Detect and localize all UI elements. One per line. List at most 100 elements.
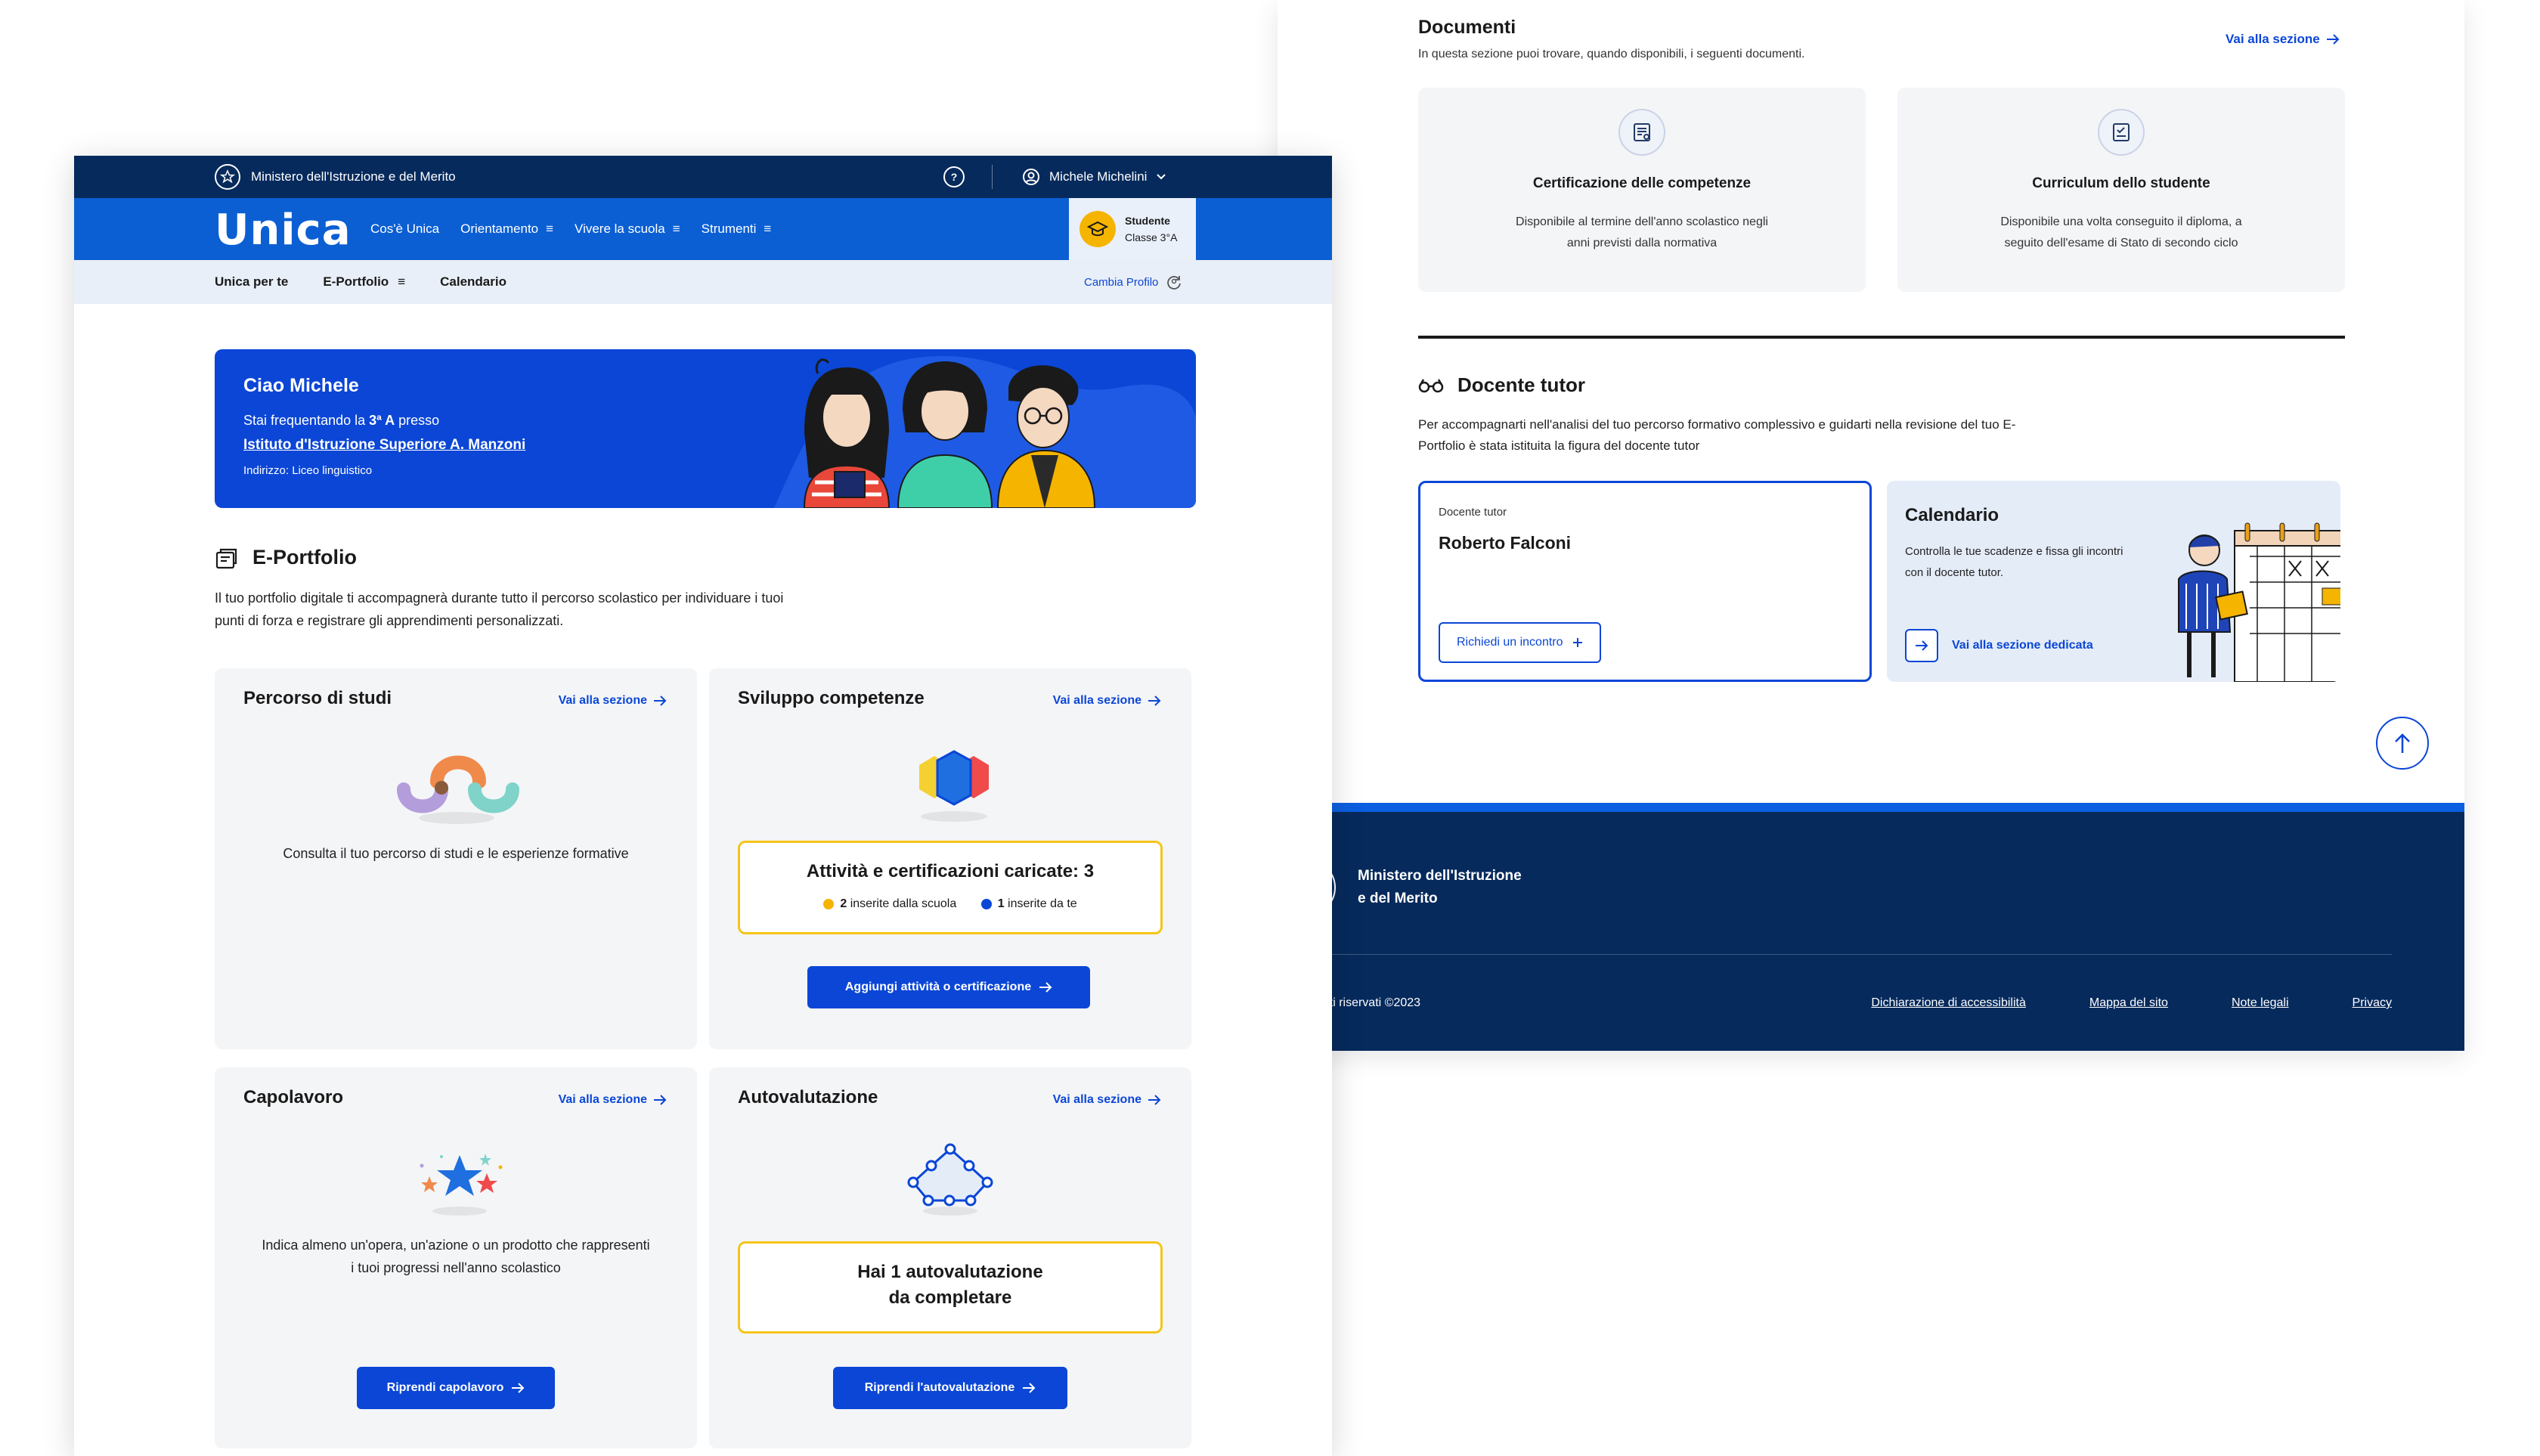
footer-link-legal[interactable]: Note legali <box>2232 996 2289 1010</box>
school-link[interactable]: Istituto d'Istruzione Superiore A. Manzo… <box>243 437 525 454</box>
calendar-title: Calendario <box>1905 505 1999 525</box>
arrow-right-icon <box>654 695 667 706</box>
profile-class: Classe 3°A <box>1125 231 1178 243</box>
calendar-desc: Controlla le tue scadenze e fissa gli in… <box>1905 545 2123 579</box>
arrow-right-icon <box>1039 982 1052 993</box>
documents-title: Documenti <box>1418 17 1516 38</box>
welcome-banner: Ciao Michele Stai frequentando la 3ª A p… <box>215 349 1196 508</box>
tutor-card-label: Docente tutor <box>1439 506 1507 519</box>
card-title: Sviluppo competenze <box>738 688 925 708</box>
graduation-cap-icon <box>1080 211 1116 247</box>
help-icon[interactable]: ? <box>943 166 965 187</box>
document-card-desc: Disponibile una volta conseguito il dipl… <box>2000 215 2242 249</box>
calendar-link-label: Vai alla sezione dedicata <box>1952 639 2093 652</box>
main-nav: Unica Cos'è Unica Orientamento ≡ Vivere l… <box>74 198 1332 260</box>
ministry-top-bar: Ministero dell'Istruzione e del Merito ?… <box>74 156 1332 198</box>
subnav-item-label: E-Portfolio <box>323 274 389 289</box>
menu-icon: ≡ <box>672 221 680 236</box>
arrow-right-icon <box>1148 1095 1161 1105</box>
document-card-certification[interactable]: Certificazione delle competenze Disponib… <box>1418 88 1866 292</box>
chevron-down-icon <box>1157 174 1166 180</box>
pending-line2: da completare <box>888 1287 1012 1308</box>
nav-item-label: Cos'è Unica <box>370 221 440 236</box>
school-uploads: 2 inserite dalla scuola <box>823 897 956 910</box>
section-divider <box>1418 336 2345 339</box>
profile-role: Studente <box>1125 215 1170 227</box>
tutor-name: Roberto Falconi <box>1439 533 1572 553</box>
unica-logo[interactable]: Unica <box>215 206 352 255</box>
greeting: Ciao Michele <box>243 375 359 396</box>
menu-icon: ≡ <box>398 274 406 289</box>
capolavoro-section-link[interactable]: Vai alla sezione <box>559 1093 667 1107</box>
uploads-breakdown: 2 inserite dalla scuola 1 inserite da te <box>740 897 1160 911</box>
nav-item-orientamento[interactable]: Orientamento ≡ <box>460 221 553 237</box>
change-profile-link[interactable]: Cambia Profilo <box>1084 260 1182 304</box>
uploads-summary-box: Attività e certificazioni caricate: 3 2 … <box>738 841 1163 934</box>
back-to-top-button[interactable] <box>2376 717 2429 770</box>
card-sviluppo-competenze: Sviluppo competenze Vai alla sezione Att… <box>709 668 1191 1049</box>
track-info: Indirizzo: Liceo linguistico <box>243 464 373 477</box>
profile-tile[interactable]: Studente Classe 3°A <box>1069 198 1196 260</box>
yellow-dot-icon <box>823 898 835 909</box>
documents-section-link[interactable]: Vai alla sezione <box>2226 32 2340 47</box>
subnav-item-unica-per-te[interactable]: Unica per te <box>215 274 288 290</box>
calendar-section-link[interactable]: Vai alla sezione dedicata <box>1905 629 2093 662</box>
refresh-user-icon <box>1167 276 1182 290</box>
topbar-separator <box>992 165 993 189</box>
link-label: Vai alla sezione <box>1052 1093 1141 1106</box>
ministry-link[interactable]: Ministero dell'Istruzione e del Merito <box>215 156 456 198</box>
pending-self-evaluation-box: Hai 1 autovalutazione da completare <box>738 1241 1163 1334</box>
percorso-section-link[interactable]: Vai alla sezione <box>559 694 667 708</box>
sub-nav-items: Unica per te E-Portfolio ≡ Calendario <box>215 260 506 304</box>
nav-item-label: Vivere la scuola <box>575 221 665 236</box>
calendar-illustration <box>2178 522 2340 682</box>
hexagons-illustration <box>919 750 989 822</box>
change-profile-label: Cambia Profilo <box>1084 275 1159 289</box>
autovalutazione-section-link[interactable]: Vai alla sezione <box>1053 1093 1161 1107</box>
arrow-right-icon <box>1023 1383 1036 1393</box>
card-title: Capolavoro <box>243 1087 344 1107</box>
user-menu[interactable]: Michele Michelini <box>1022 156 1166 198</box>
path-illustration <box>397 755 519 824</box>
republic-emblem-icon <box>215 164 240 190</box>
arrow-right-icon <box>1905 629 1938 662</box>
document-card-title: Certificazione delle competenze <box>1532 175 1752 191</box>
arrow-right-icon <box>512 1383 525 1393</box>
documents-subtitle: In questa sezione puoi trovare, quando d… <box>1418 48 1805 60</box>
plus-icon <box>1572 638 1582 647</box>
uploads-summary-title: Attività e certificazioni caricate: 3 <box>806 861 1095 881</box>
card-capolavoro: Capolavoro Vai alla sezione Indica almen… <box>215 1067 697 1448</box>
nav-item-strumenti[interactable]: Strumenti ≡ <box>702 221 772 237</box>
right-page: Documenti In questa sezione puoi trovare… <box>1278 0 2464 1051</box>
card-description: Consulta il tuo percorso di studi e le e… <box>283 846 629 861</box>
footer-separator <box>1278 954 2392 955</box>
card-description: Indica almeno un'opera, un'azione o un p… <box>262 1238 650 1275</box>
add-activity-label: Aggiungi attività o certificazione <box>844 980 1032 993</box>
nav-item-cos-e-unica[interactable]: Cos'è Unica <box>370 221 439 237</box>
add-activity-button[interactable]: Aggiungi attività o certificazione <box>807 966 1090 1008</box>
sviluppo-section-link[interactable]: Vai alla sezione <box>1053 694 1161 708</box>
link-label: Vai alla sezione <box>1052 694 1141 707</box>
resume-capolavoro-button[interactable]: Riprendi capolavoro <box>357 1367 555 1409</box>
tutor-description: Per accompagnarti nell'analisi del tuo p… <box>1418 417 2016 453</box>
request-meeting-label: Richiedi un incontro <box>1457 636 1563 649</box>
footer-link-accessibility[interactable]: Dichiarazione di accessibilità <box>1871 996 2026 1010</box>
nav-item-label: Orientamento <box>460 221 539 236</box>
network-illustration <box>907 1143 993 1216</box>
user-name: Michele Michelini <box>1049 169 1148 184</box>
link-label: Vai alla sezione <box>558 694 647 707</box>
footer-link-privacy[interactable]: Privacy <box>2353 996 2392 1010</box>
resume-self-evaluation-button[interactable]: Riprendi l'autovalutazione <box>833 1367 1067 1409</box>
menu-icon: ≡ <box>546 221 554 236</box>
stars-illustration <box>420 1154 503 1216</box>
link-label: Vai alla sezione <box>558 1093 647 1106</box>
request-meeting-button[interactable]: Richiedi un incontro <box>1439 622 1601 663</box>
nav-item-vivere-la-scuola[interactable]: Vivere la scuola ≡ <box>575 221 680 237</box>
footer-link-sitemap[interactable]: Mappa del sito <box>2089 996 2168 1010</box>
document-card-curriculum[interactable]: Curriculum dello studente Disponibile un… <box>1897 88 2345 292</box>
pending-line1: Hai 1 autovalutazione <box>857 1262 1043 1282</box>
subnav-item-e-portfolio[interactable]: E-Portfolio ≡ <box>323 274 405 290</box>
subnav-item-calendario[interactable]: Calendario <box>440 274 506 290</box>
curriculum-icon <box>2098 109 2145 156</box>
footer-links: Dichiarazione di accessibilità Mappa del… <box>1871 996 2392 1010</box>
